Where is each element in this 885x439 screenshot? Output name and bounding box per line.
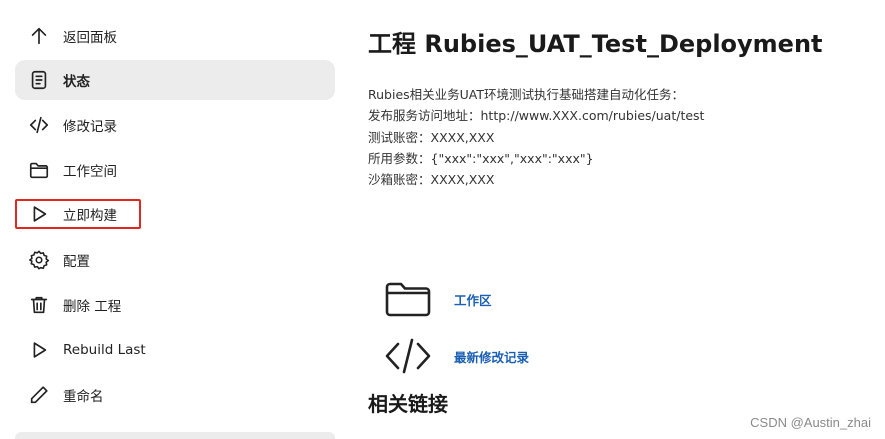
folder-icon [384, 279, 432, 319]
arrow-up-icon [28, 25, 50, 47]
play-icon [28, 339, 50, 361]
description-line: 沙箱账密：XXXX,XXX [368, 172, 495, 188]
sidebar-item-configure[interactable]: 配置 [15, 240, 335, 280]
folder-icon [28, 159, 50, 181]
sidebar-item-changes[interactable]: 修改记录 [15, 105, 335, 145]
trash-icon [28, 294, 50, 316]
sidebar-item-rename[interactable]: 重命名 [15, 375, 335, 415]
sidebar-item-back-to-dashboard[interactable]: 返回面板 [15, 16, 335, 56]
related-links-heading: 相关链接 [368, 392, 448, 416]
sidebar-item-label: 返回面板 [63, 30, 117, 46]
watermark: CSDN @Austin_zhai [750, 415, 871, 430]
main-content: 工程 Rubies_UAT_Test_Deployment Rubies相关业务… [368, 0, 885, 439]
code-icon [28, 114, 50, 136]
sidebar: 返回面板 状态 修改记录 工作空间 立即构建 配置 删除 工程 Rebuild … [0, 0, 345, 439]
latest-changes-link-row: 最新修改记录 [384, 336, 529, 376]
sidebar-item-label: 修改记录 [63, 119, 117, 135]
sidebar-item-label: 工作空间 [63, 164, 117, 180]
description-line: Rubies相关业务UAT环境测试执行基础搭建自动化任务： [368, 87, 685, 102]
sidebar-item-workspace[interactable]: 工作空间 [15, 150, 335, 190]
workspace-link-row: 工作区 [384, 279, 492, 319]
description-line: 所用参数：{"xxx":"xxx","xxx":"xxx"} [368, 150, 594, 166]
sidebar-item-status[interactable]: 状态 [15, 60, 335, 100]
gear-icon [28, 249, 50, 271]
latest-changes-link[interactable]: 最新修改记录 [454, 347, 529, 366]
description-line: 发布服务访问地址：http://www.XXX.com/rubies/uat/t… [368, 108, 705, 124]
sidebar-item-delete-project[interactable]: 删除 工程 [15, 285, 335, 325]
sidebar-item-rebuild-last[interactable]: Rebuild Last [15, 330, 335, 370]
description-line: 测试账密：XXXX,XXX [368, 129, 495, 145]
pencil-icon [28, 384, 50, 406]
code-icon [384, 336, 432, 376]
sidebar-item-label: 配置 [63, 254, 90, 270]
sidebar-item-label: 状态 [63, 74, 90, 90]
project-description: Rubies相关业务UAT环境测试执行基础搭建自动化任务： 发布服务访问地址：h… [368, 84, 704, 190]
highlight-box [15, 199, 141, 229]
workspace-link[interactable]: 工作区 [454, 290, 492, 309]
sidebar-item-label: 重命名 [63, 389, 104, 405]
sidebar-item-label: Rebuild Last [63, 342, 146, 358]
page-title: 工程 Rubies_UAT_Test_Deployment [368, 30, 823, 58]
sidebar-item-label: 删除 工程 [63, 299, 122, 315]
sidebar-next-item[interactable] [15, 432, 335, 439]
document-icon [28, 69, 50, 91]
